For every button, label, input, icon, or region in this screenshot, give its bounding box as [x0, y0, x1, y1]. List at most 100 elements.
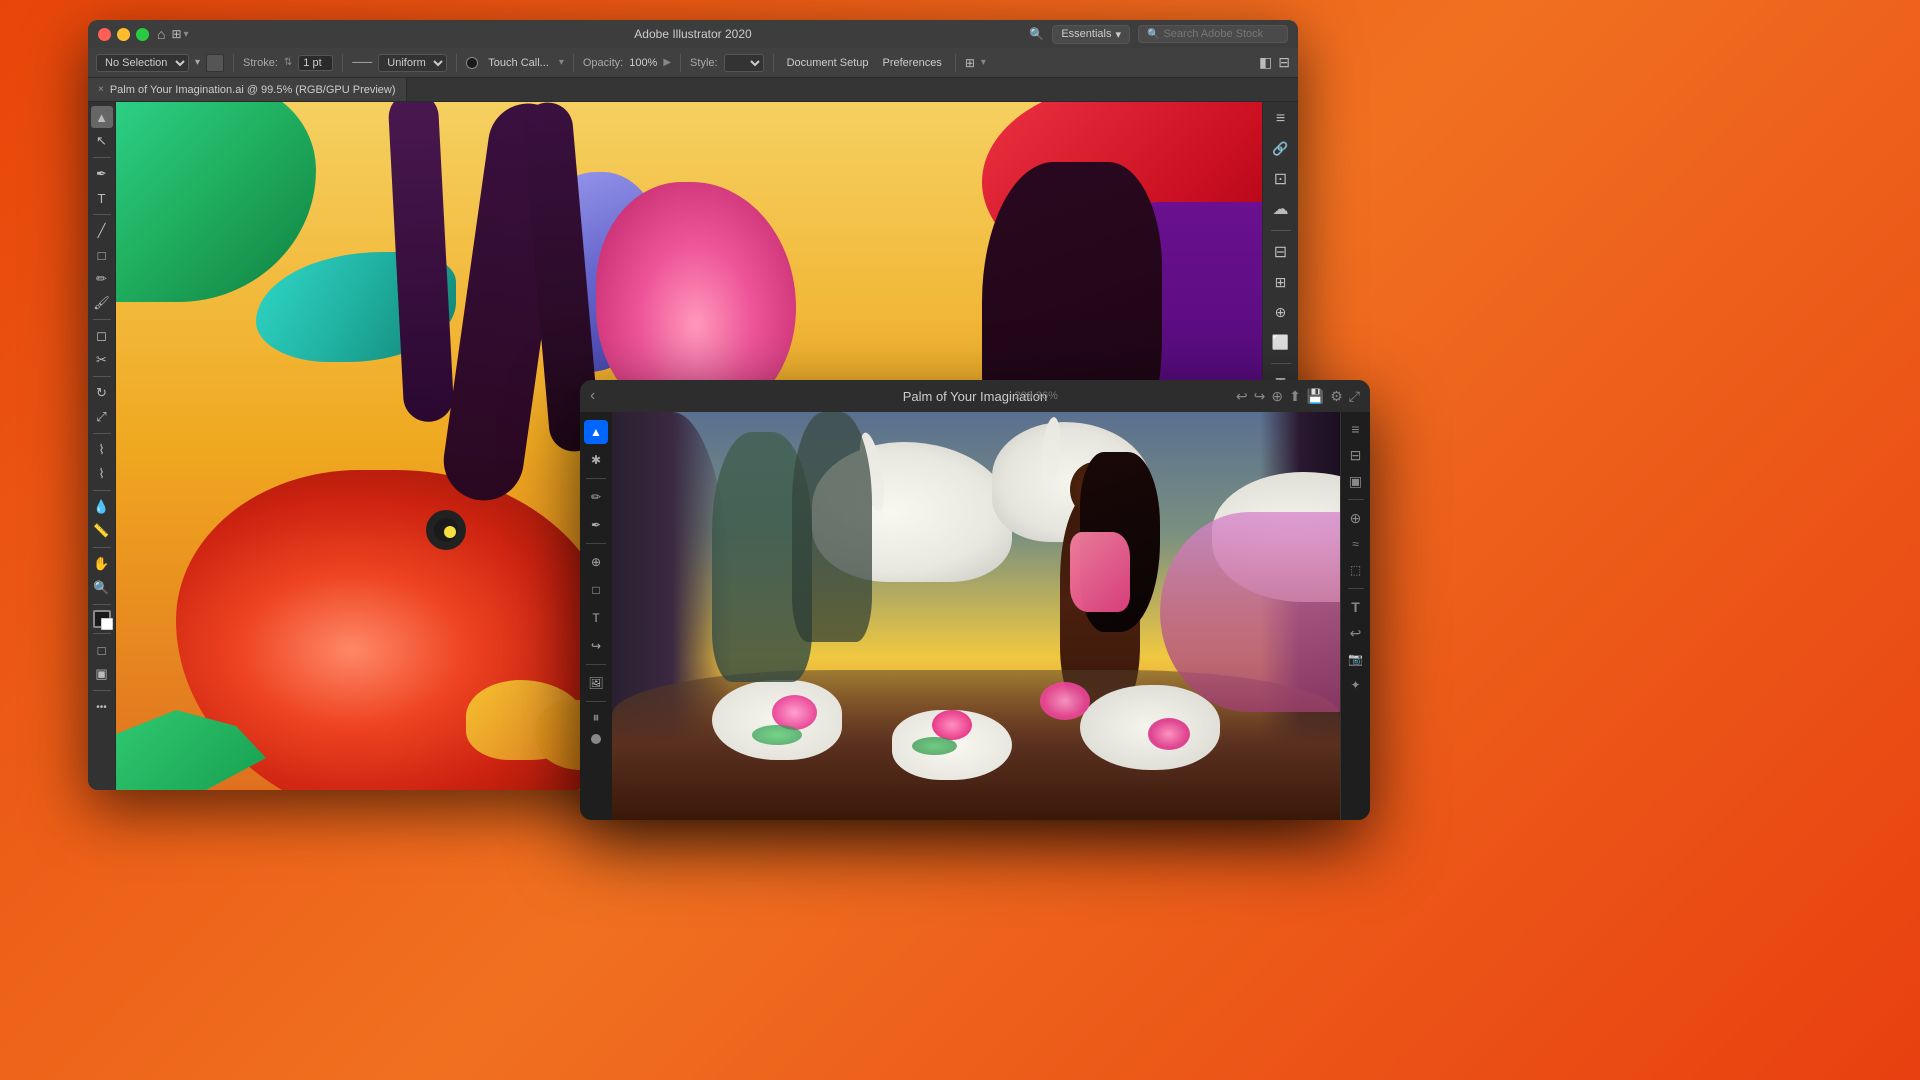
mobile-image-trace-btn[interactable]: ⬚: [1345, 559, 1367, 581]
panel-toggle-left[interactable]: ◧: [1259, 54, 1272, 71]
asset-export-btn[interactable]: ⬜: [1268, 329, 1294, 355]
align-panel-btn[interactable]: ⊟: [1268, 239, 1294, 265]
mobile-layers-btn[interactable]: ≡: [1345, 418, 1367, 440]
opacity-expand[interactable]: ▶: [663, 57, 671, 68]
type-tool[interactable]: T: [91, 187, 113, 209]
direct-select-tool[interactable]: ↖: [91, 130, 113, 152]
fill-stroke-swatch[interactable]: [93, 610, 111, 628]
uniform-dropdown[interactable]: Uniform: [378, 54, 447, 72]
panel-toggle-right[interactable]: ⊟: [1278, 54, 1290, 71]
touch-calligraphy[interactable]: Touch Call...: [484, 55, 553, 71]
warp-tool[interactable]: ⌇: [91, 439, 113, 461]
mobile-canvas: [612, 412, 1340, 820]
screen-modes[interactable]: ▣: [91, 663, 113, 685]
mobile-assets-btn[interactable]: ▣: [1345, 470, 1367, 492]
document-setup-btn[interactable]: Document Setup: [783, 55, 873, 71]
search-stock-box[interactable]: 🔍 Search Adobe Stock: [1138, 25, 1288, 43]
mobile-select-tool[interactable]: ▲: [584, 420, 608, 444]
tab-close-btn[interactable]: ×: [98, 84, 104, 95]
mobile-redo-btn[interactable]: ↪: [1254, 388, 1266, 405]
style-dropdown[interactable]: [724, 54, 764, 72]
mobile-fill-tool[interactable]: ⊕: [584, 550, 608, 574]
mobile-type-style-btn[interactable]: T: [1345, 596, 1367, 618]
maximize-button[interactable]: [136, 28, 149, 41]
touch-chevron[interactable]: ▾: [559, 57, 564, 68]
fish-eye-inner: [444, 526, 456, 538]
mobile-save-btn[interactable]: 💾: [1307, 388, 1324, 405]
rotate-tool[interactable]: ↻: [91, 382, 113, 404]
line-tool[interactable]: ╱: [91, 220, 113, 242]
fill-swatch[interactable]: [206, 54, 224, 72]
panel-sep-1: [1271, 230, 1291, 231]
mobile-camera-btn[interactable]: 📷: [1345, 648, 1367, 670]
apps-chevron[interactable]: ▾: [184, 29, 189, 40]
stroke-label: Stroke:: [243, 57, 278, 69]
zoom-tool[interactable]: 🔍: [91, 577, 113, 599]
arrange-chevron[interactable]: ▾: [981, 57, 986, 68]
essentials-button[interactable]: Essentials ▾: [1052, 25, 1130, 44]
toolbar-divider-3: [456, 54, 457, 72]
apps-icon[interactable]: ⊞: [171, 27, 181, 41]
fish-eye: [426, 510, 466, 550]
transform-panel-btn[interactable]: ⊞: [1268, 269, 1294, 295]
select-tool[interactable]: ▲: [91, 106, 113, 128]
mobile-transform-btn[interactable]: ⊕: [1345, 507, 1367, 529]
title-bar-right: 🔍 Essentials ▾ 🔍 Search Adobe Stock: [1029, 25, 1288, 44]
scale-tool[interactable]: ⤢: [91, 406, 113, 428]
mobile-record-btn[interactable]: [591, 734, 601, 744]
mobile-ink-tool[interactable]: ✒: [584, 513, 608, 537]
mobile-pause-btn[interactable]: ⏸: [587, 708, 605, 726]
mobile-rect-tool[interactable]: □: [584, 578, 608, 602]
window-controls: [98, 28, 149, 41]
search-icon: 🔍: [1029, 27, 1044, 41]
mobile-puppet-btn[interactable]: ✦: [1345, 674, 1367, 696]
stroke-line: ——: [352, 57, 372, 68]
more-tools[interactable]: •••: [91, 696, 113, 718]
mobile-image-tool[interactable]: 🖼: [584, 671, 608, 695]
paint-brush-tool[interactable]: ✏: [91, 268, 113, 290]
color-swatch[interactable]: [466, 57, 478, 69]
properties-panel-btn[interactable]: ⊡: [1268, 166, 1294, 192]
pathfinder-panel-btn[interactable]: ⊕: [1268, 299, 1294, 325]
mobile-tool-sep-3: [586, 664, 606, 665]
mobile-pencil-tool[interactable]: ✏: [584, 485, 608, 509]
mobile-fullscreen-btn[interactable]: ⤢: [1349, 388, 1360, 405]
measure-tool[interactable]: 📏: [91, 520, 113, 542]
arrange-icons[interactable]: ⊞: [965, 56, 975, 70]
dropdown-arrow[interactable]: ▾: [195, 57, 200, 68]
blob-brush-tool[interactable]: 🖌: [91, 292, 113, 314]
hand-tool[interactable]: ✋: [91, 553, 113, 575]
scissors-tool[interactable]: ✂: [91, 349, 113, 371]
layers-panel-btn[interactable]: ≡: [1268, 106, 1294, 132]
width-tool[interactable]: ⌇: [91, 463, 113, 485]
mobile-add-btn[interactable]: ⊕: [1271, 388, 1283, 405]
links-panel-btn[interactable]: 🔗: [1268, 136, 1294, 162]
mobile-back-button[interactable]: ‹: [590, 387, 595, 405]
mobile-action-btn[interactable]: ↩: [1345, 622, 1367, 644]
mobile-rotate-tool[interactable]: ↪: [584, 634, 608, 658]
minimize-button[interactable]: [117, 28, 130, 41]
mobile-multitouch-tool[interactable]: ✱: [584, 448, 608, 472]
mobile-distribute-btn[interactable]: ≈: [1345, 533, 1367, 555]
pen-tool[interactable]: ✒: [91, 163, 113, 185]
stroke-arrows[interactable]: ⇅: [284, 57, 292, 68]
close-button[interactable]: [98, 28, 111, 41]
document-tab[interactable]: × Palm of Your Imagination.ai @ 99.5% (R…: [88, 78, 407, 101]
cc-libraries-btn[interactable]: ☁: [1268, 196, 1294, 222]
drawing-modes[interactable]: □: [91, 639, 113, 661]
mobile-appearance-btn[interactable]: ⊟: [1345, 444, 1367, 466]
mobile-undo-btn[interactable]: ↩: [1236, 388, 1248, 405]
rect-tool[interactable]: □: [91, 244, 113, 266]
stroke-input[interactable]: [298, 55, 333, 71]
mobile-settings-btn[interactable]: ⚙: [1330, 388, 1343, 405]
mobile-type-tool[interactable]: T: [584, 606, 608, 630]
selection-dropdown[interactable]: No Selection: [96, 54, 189, 72]
home-icon[interactable]: ⌂: [157, 26, 165, 42]
mobile-left-toolbar: ▲ ✱ ✏ ✒ ⊕ □ T ↪ 🖼 ⏸: [580, 412, 612, 820]
mobile-preview-window: ‹ Palm of Your Imagination 209.36% ↩ ↪ ⊕…: [580, 380, 1370, 820]
preferences-btn[interactable]: Preferences: [879, 55, 946, 71]
eraser-tool[interactable]: ◻: [91, 325, 113, 347]
mobile-share-btn[interactable]: ⬆: [1289, 388, 1301, 405]
opacity-value: 100%: [629, 57, 657, 69]
eyedropper-tool[interactable]: 💧: [91, 496, 113, 518]
